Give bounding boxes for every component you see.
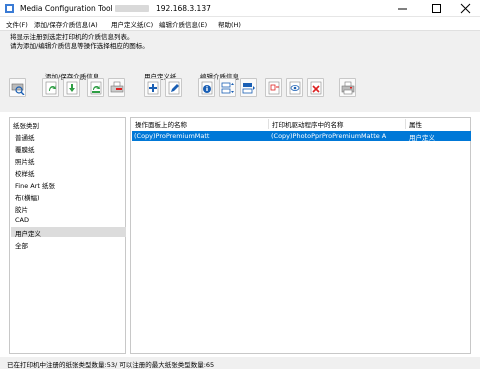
cell-panel-name: (Copy)ProPremiumMatt xyxy=(134,132,210,140)
delete-media-button[interactable] xyxy=(307,78,324,97)
delete-icon xyxy=(310,81,322,95)
copy-icon xyxy=(268,81,280,95)
paper-category-list: 纸张类别 普通纸 覆膜纸 照片纸 校样纸 Fine Art 纸张 布(横幅) 胶… xyxy=(9,117,126,354)
menu-add-save-media[interactable]: 添加/保存介质信息(A) xyxy=(34,19,98,29)
edit-user-paper-button[interactable] xyxy=(165,78,182,97)
maximize-button[interactable] xyxy=(423,0,450,17)
list-move-icon xyxy=(221,82,234,94)
menu-file[interactable]: 文件(F) xyxy=(6,19,28,29)
category-item[interactable]: CAD xyxy=(15,216,29,224)
column-header-driver-name[interactable]: 打印机驱动程序中的名称 xyxy=(269,119,406,129)
column-header-attribute[interactable]: 属性 xyxy=(406,119,470,129)
info-icon xyxy=(201,81,213,95)
close-icon xyxy=(460,3,471,14)
printer-search-button[interactable] xyxy=(9,78,26,97)
menu-bar: 文件(F) 添加/保存介质信息(A) 用户定义纸(C) 编辑介质信息(E) 帮助… xyxy=(0,18,480,29)
minimize-icon xyxy=(398,8,407,10)
status-text: 已在打印机中注册的纸张类型数量:53/ 可以注册的最大纸张类型数量:65 xyxy=(7,361,215,369)
pencil-icon xyxy=(168,81,180,95)
printer-search-icon xyxy=(11,83,25,95)
close-button[interactable] xyxy=(452,0,479,17)
category-item-selected[interactable]: 用户定义 xyxy=(15,228,41,238)
sort-icon xyxy=(242,83,255,94)
import-media-button[interactable] xyxy=(42,78,59,97)
eye-icon xyxy=(289,81,301,95)
view-media-button[interactable] xyxy=(286,78,303,97)
cell-driver-name: (Copy)PhotoPprProPremiumMatte A xyxy=(271,132,387,140)
menu-edit-media[interactable]: 编辑介质信息(E) xyxy=(159,19,207,29)
category-header: 纸张类别 xyxy=(13,122,39,130)
update-icon xyxy=(90,81,102,95)
instruction-line-1: 将显示注册到选定打印机的介质信息列表。 xyxy=(10,33,134,41)
category-item[interactable]: 胶片 xyxy=(15,204,28,214)
category-item[interactable]: 校样纸 xyxy=(15,168,35,178)
column-header-panel-name[interactable]: 操作面板上的名称 xyxy=(132,119,269,129)
table-row[interactable]: (Copy)ProPremiumMatt (Copy)PhotoPprProPr… xyxy=(132,131,471,142)
add-user-paper-button[interactable] xyxy=(144,78,161,97)
category-item[interactable]: 普通纸 xyxy=(15,132,35,142)
download-media-button[interactable] xyxy=(63,78,80,97)
cell-attribute: 用户定义 xyxy=(409,134,435,142)
window-title: Media Configuration Tool xyxy=(20,4,113,13)
printer-ip: 192.168.3.137 xyxy=(156,4,211,13)
import-icon xyxy=(45,81,57,95)
category-item[interactable]: 全部 xyxy=(15,240,28,250)
toolbar-area: 将显示注册到选定打印机的介质信息列表。 请为添加/编辑介质信息等操作选择相应的图… xyxy=(0,30,480,112)
category-item[interactable]: 布(横幅) xyxy=(15,192,40,202)
instructions: 将显示注册到选定打印机的介质信息列表。 请为添加/编辑介质信息等操作选择相应的图… xyxy=(10,33,149,50)
sort-button[interactable] xyxy=(240,78,257,97)
app-icon xyxy=(5,4,14,13)
download-icon xyxy=(66,81,78,95)
category-item[interactable]: 照片纸 xyxy=(15,156,35,166)
menu-help[interactable]: 帮助(H) xyxy=(218,19,241,29)
instruction-line-2: 请为添加/编辑介质信息等操作选择相应的图标。 xyxy=(10,41,149,50)
category-item[interactable]: Fine Art 纸张 xyxy=(15,180,55,190)
printer-save-icon xyxy=(110,81,124,93)
update-media-button[interactable] xyxy=(87,78,104,97)
printer-model-redacted xyxy=(115,5,149,12)
media-info-button[interactable] xyxy=(198,78,215,97)
title-bar: Media Configuration Tool 192.168.3.137 xyxy=(0,0,480,17)
save-to-printer-button[interactable] xyxy=(108,78,125,97)
maximize-icon xyxy=(432,4,441,13)
media-table: 操作面板上的名称 打印机驱动程序中的名称 属性 (Copy)ProPremium… xyxy=(130,117,471,354)
category-item[interactable]: 覆膜纸 xyxy=(15,144,35,154)
printer-icon xyxy=(341,81,355,95)
printer-settings-button[interactable] xyxy=(339,78,356,97)
move-up-button[interactable] xyxy=(219,78,236,97)
add-icon xyxy=(147,81,159,95)
copy-media-button[interactable] xyxy=(265,78,282,97)
minimize-button[interactable] xyxy=(389,0,416,17)
status-bar: 已在打印机中注册的纸张类型数量:53/ 可以注册的最大纸张类型数量:65 xyxy=(0,357,480,369)
menu-user-defined-paper[interactable]: 用户定义纸(C) xyxy=(111,19,153,29)
